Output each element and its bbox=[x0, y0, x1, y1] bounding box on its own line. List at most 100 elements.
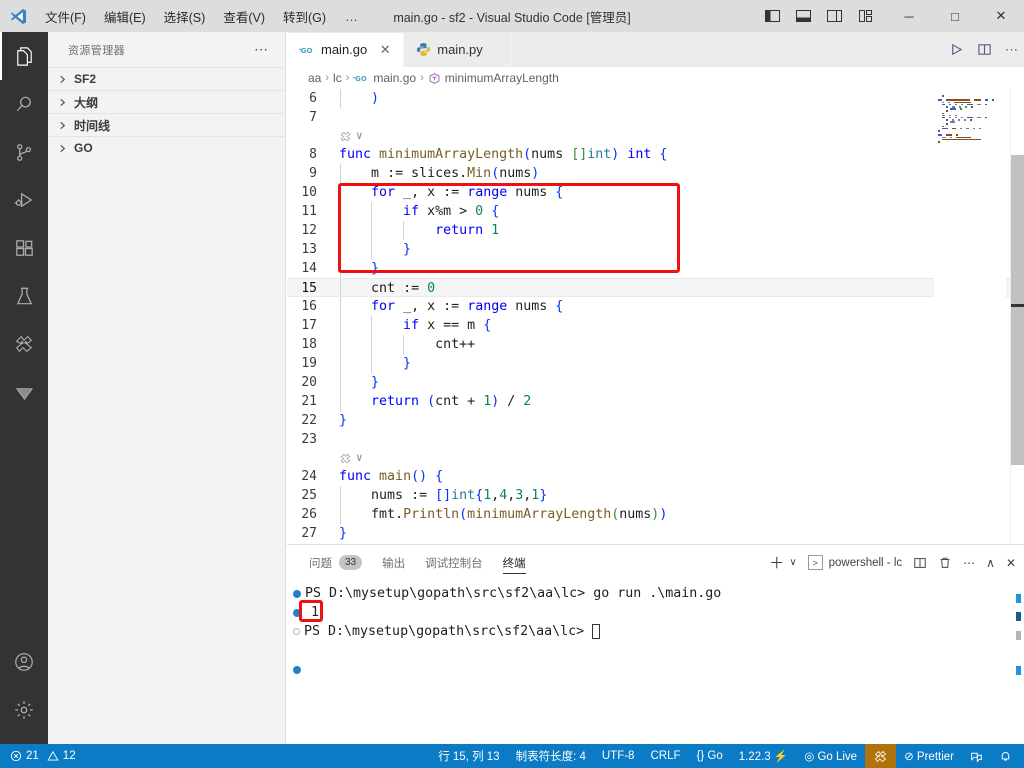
status-gopher-icon[interactable] bbox=[865, 744, 897, 768]
new-terminal-icon[interactable]: ＋ bbox=[769, 552, 784, 573]
code-line-text[interactable] bbox=[339, 430, 1024, 449]
code-line[interactable]: 9 m := slices.Min(nums) bbox=[287, 164, 1024, 183]
code-line-text[interactable]: } bbox=[339, 524, 1024, 543]
sidebar-item-run-and-debug[interactable] bbox=[0, 176, 48, 224]
close-button[interactable]: ✕ bbox=[978, 0, 1024, 32]
code-line[interactable]: 8 func minimumArrayLength(nums []int) int… bbox=[287, 145, 1024, 164]
code-line[interactable]: 10 for _, x := range nums { bbox=[287, 183, 1024, 202]
tab-main-py[interactable]: main.py bbox=[404, 32, 512, 67]
menu-go[interactable]: 转到(G) bbox=[274, 3, 335, 30]
close-panel-icon[interactable]: ✕ bbox=[1006, 556, 1016, 570]
editor-scrollbar-thumb[interactable] bbox=[1011, 155, 1024, 465]
code-line-text[interactable]: cnt++ bbox=[339, 335, 1024, 354]
code-line[interactable]: 12 return 1 bbox=[287, 221, 1024, 240]
accounts-button[interactable] bbox=[0, 638, 48, 686]
sidebar-section-timeline[interactable]: 时间线 bbox=[48, 113, 285, 136]
status-go-live[interactable]: ◎ Go Live bbox=[796, 744, 865, 768]
sidebar-item-testing[interactable] bbox=[0, 272, 48, 320]
code-line[interactable]: 11 if x%m > 0 { bbox=[287, 202, 1024, 221]
code-lens-chevron-icon[interactable]: ∨ bbox=[356, 127, 363, 145]
code-line[interactable]: 16 for _, x := range nums { bbox=[287, 297, 1024, 316]
code-line-text[interactable]: } bbox=[339, 373, 1024, 392]
editor-more-actions-icon[interactable]: ⋯ bbox=[1005, 42, 1018, 58]
code-lens[interactable]: ∨ bbox=[287, 127, 1024, 145]
split-terminal-icon[interactable] bbox=[913, 556, 927, 570]
menu-overflow[interactable]: … bbox=[335, 5, 369, 28]
status-problems[interactable]: 21 12 bbox=[8, 744, 84, 768]
code-line-text[interactable]: cnt := 0 bbox=[339, 279, 1024, 296]
run-go-file-icon[interactable] bbox=[949, 42, 964, 57]
split-editor-right-icon[interactable] bbox=[977, 42, 992, 57]
code-line[interactable]: 15 cnt := 0 bbox=[287, 278, 1024, 297]
code-line[interactable]: 6 ) bbox=[287, 89, 1024, 108]
code-line[interactable]: 20 } bbox=[287, 373, 1024, 392]
code-line[interactable]: 25 nums := []int{1,4,3,1} bbox=[287, 486, 1024, 505]
editor-vertical-scrollbar[interactable] bbox=[1010, 89, 1024, 544]
status-notifications-icon[interactable] bbox=[991, 744, 1024, 768]
code-line-text[interactable]: } bbox=[339, 240, 1024, 259]
breadcrumb-item-symbol[interactable]: minimumArrayLength bbox=[428, 71, 559, 85]
sidebar-item-extensions[interactable] bbox=[0, 224, 48, 272]
terminal-more-actions-icon[interactable]: ⋯ bbox=[963, 556, 975, 570]
maximize-panel-icon[interactable]: ∧ bbox=[986, 556, 995, 570]
code-line-text[interactable]: func main() { bbox=[339, 467, 1024, 486]
sidebar-item-go-extension[interactable] bbox=[0, 320, 48, 368]
code-line[interactable]: 27} bbox=[287, 524, 1024, 543]
code-line-text[interactable]: func minimumArrayLength(nums []int) int … bbox=[339, 145, 1024, 164]
code-line[interactable]: 18 cnt++ bbox=[287, 335, 1024, 354]
breadcrumb-item-aa[interactable]: aa bbox=[308, 71, 321, 85]
code-lens-body[interactable]: ∨ bbox=[339, 449, 363, 467]
code-lens-chevron-icon[interactable]: ∨ bbox=[356, 449, 363, 467]
toggle-primary-sidebar-icon[interactable] bbox=[764, 8, 781, 24]
code-lens-body[interactable]: ∨ bbox=[339, 127, 363, 145]
sidebar-section-go[interactable]: GO bbox=[48, 136, 285, 159]
code-line[interactable]: 21 return (cnt + 1) / 2 bbox=[287, 392, 1024, 411]
sidebar-item-explorer[interactable] bbox=[0, 32, 48, 80]
sidebar-item-tabnine[interactable] bbox=[0, 368, 48, 416]
status-eol[interactable]: CRLF bbox=[642, 744, 688, 768]
sidebar-section-outline[interactable]: 大纲 bbox=[48, 90, 285, 113]
minimize-button[interactable]: ─ bbox=[886, 0, 932, 32]
status-language-mode[interactable]: {} Go bbox=[689, 744, 731, 768]
breadcrumb-item-file[interactable]: GO main.go bbox=[353, 71, 416, 85]
code-line-text[interactable]: m := slices.Min(nums) bbox=[339, 164, 1024, 183]
sidebar-item-search[interactable] bbox=[0, 80, 48, 128]
code-line-text[interactable]: ) bbox=[339, 89, 1024, 108]
breadcrumb-item-lc[interactable]: lc bbox=[333, 71, 342, 85]
terminal-output[interactable]: PS D:\mysetup\gopath\src\sf2\aa\lc> go r… bbox=[287, 580, 1024, 744]
customize-layout-icon[interactable] bbox=[857, 8, 874, 24]
code-line[interactable]: 26 fmt.Println(minimumArrayLength(nums)) bbox=[287, 505, 1024, 524]
code-line[interactable]: 13 } bbox=[287, 240, 1024, 259]
code-line[interactable]: 17 if x == m { bbox=[287, 316, 1024, 335]
code-line-text[interactable]: nums := []int{1,4,3,1} bbox=[339, 486, 1024, 505]
code-line-text[interactable]: if x == m { bbox=[339, 316, 1024, 335]
status-prettier[interactable]: ⊘ Prettier bbox=[896, 744, 962, 768]
code-line[interactable]: 14 } bbox=[287, 259, 1024, 278]
code-line-text[interactable]: } bbox=[339, 259, 1024, 278]
status-cursor-position[interactable]: 行 15, 列 13 bbox=[430, 744, 507, 768]
sidebar-section-sf2[interactable]: SF2 bbox=[48, 67, 285, 90]
kill-terminal-icon[interactable] bbox=[938, 556, 952, 570]
code-line[interactable]: 22} bbox=[287, 411, 1024, 430]
toggle-panel-icon[interactable] bbox=[795, 8, 812, 24]
menu-edit[interactable]: 编辑(E) bbox=[95, 3, 155, 30]
code-line-text[interactable]: } bbox=[339, 411, 1024, 430]
code-line-text[interactable]: return (cnt + 1) / 2 bbox=[339, 392, 1024, 411]
manage-settings-button[interactable] bbox=[0, 686, 48, 734]
new-terminal-dropdown-icon[interactable]: ∨ bbox=[789, 557, 796, 568]
code-line-text[interactable]: for _, x := range nums { bbox=[339, 183, 1024, 202]
code-line-text[interactable]: } bbox=[339, 354, 1024, 373]
tab-close-icon[interactable]: ✕ bbox=[377, 42, 393, 58]
tab-debug-console[interactable]: 调试控制台 bbox=[415, 545, 493, 580]
terminal-overview-ruler[interactable] bbox=[1010, 580, 1024, 744]
status-go-version[interactable]: 1.22.3 ⚡ bbox=[731, 744, 797, 768]
code-line[interactable]: 24 func main() { bbox=[287, 467, 1024, 486]
tab-problems[interactable]: 问题 33 bbox=[299, 545, 372, 580]
code-line[interactable]: 7 bbox=[287, 108, 1024, 127]
tab-terminal[interactable]: 终端 bbox=[493, 545, 536, 580]
status-indentation[interactable]: 制表符长度: 4 bbox=[508, 744, 594, 768]
code-line-text[interactable]: return 1 bbox=[339, 221, 1024, 240]
sidebar-item-source-control[interactable] bbox=[0, 128, 48, 176]
editor-minimap[interactable] bbox=[934, 89, 1006, 544]
code-lines[interactable]: 6 ) 7 ∨ 8 func minimumArrayLength(nums []int… bbox=[287, 89, 1024, 544]
